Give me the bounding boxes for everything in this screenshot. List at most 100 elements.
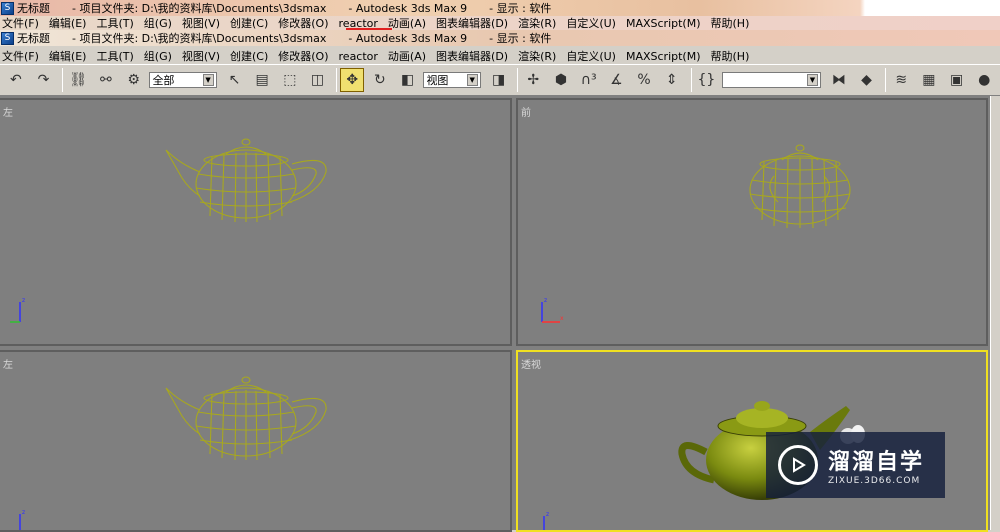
viewport-label: 左: [3, 360, 13, 371]
mirror-icon[interactable]: ⧓: [827, 68, 851, 92]
pivot-point-center-icon[interactable]: ◨: [487, 68, 511, 92]
toolbar-separator: [62, 68, 64, 92]
menu-create[interactable]: 创建(C): [228, 48, 276, 64]
menu-file[interactable]: 文件(F): [0, 16, 47, 30]
selection-filter-dropdown[interactable]: 全部 ▼: [149, 72, 217, 88]
percent-snap-icon[interactable]: %: [632, 68, 656, 92]
select-by-name-icon[interactable]: ▤: [250, 68, 274, 92]
move-icon[interactable]: ✥: [340, 68, 365, 92]
toolbar-separator: [885, 68, 887, 92]
menu-views[interactable]: 视图(V): [180, 16, 228, 30]
project-folder: - 项目文件夹: D:\我的资料库\Documents\3dsmax: [72, 32, 327, 45]
menu-graph-editors[interactable]: 图表编辑器(D): [434, 48, 516, 64]
menu-animation[interactable]: 动画(A): [386, 16, 434, 30]
menu-customize[interactable]: 自定义(U): [564, 16, 624, 30]
command-panel-edge[interactable]: [990, 96, 1000, 530]
window-crossing-icon[interactable]: ◫: [306, 68, 330, 92]
unlink-icon[interactable]: ⚯: [94, 68, 118, 92]
app-name: - Autodesk 3ds Max 9: [348, 1, 468, 15]
menu-views[interactable]: 视图(V): [180, 48, 228, 64]
svg-text:z: z: [22, 509, 25, 516]
main-toolbar: ↶ ↷ ⛓ ⚯ ⚙ 全部 ▼ ↖ ▤ ⬚ ◫ ✥ ↻ ◧ 视图 ▼ ◨ ✢ ⬢ …: [0, 64, 1000, 96]
document-name: 无标题: [17, 32, 50, 45]
select-and-manipulate-icon[interactable]: ✢: [521, 68, 545, 92]
menu-bar-secondary: 文件(F) 编辑(E) 工具(T) 组(G) 视图(V) 创建(C) 修改器(O…: [0, 48, 1000, 64]
site-watermark: 溜溜自学 ZIXUE.3D66.COM: [766, 432, 945, 498]
material-editor-icon[interactable]: ●: [972, 68, 996, 92]
menu-customize[interactable]: 自定义(U): [564, 48, 624, 64]
menu-group[interactable]: 组(G): [142, 16, 180, 30]
menu-edit[interactable]: 编辑(E): [47, 16, 95, 30]
menu-bar: 文件(F) 编辑(E) 工具(T) 组(G) 视图(V) 创建(C) 修改器(O…: [0, 16, 1000, 30]
viewport-label: 左: [3, 108, 13, 119]
viewport-left[interactable]: 左 z: [0, 98, 512, 346]
toolbar-separator: [517, 68, 519, 92]
title-bar: S 无标题 - 项目文件夹: D:\我的资料库\Documents\3dsmax…: [0, 0, 1000, 16]
axis-gizmo: z: [19, 509, 25, 530]
title-bar-secondary: S 无标题 - 项目文件夹: D:\我的资料库\Documents\3dsmax…: [0, 30, 1000, 46]
menu-file[interactable]: 文件(F): [0, 48, 47, 64]
coord-system-value: 视图: [426, 74, 449, 87]
svg-text:z: z: [544, 297, 547, 304]
rotate-icon[interactable]: ↻: [368, 68, 392, 92]
app-icon: S: [1, 1, 14, 15]
select-object-icon[interactable]: ↖: [223, 68, 247, 92]
viewport-label: 透视: [521, 360, 541, 371]
menu-modifiers[interactable]: 修改器(O): [276, 16, 336, 30]
snaps-toggle-icon[interactable]: ∩³: [577, 68, 601, 92]
menu-graph-editors[interactable]: 图表编辑器(D): [434, 16, 516, 30]
schematic-view-icon[interactable]: ▣: [945, 68, 969, 92]
edit-named-selection-icon[interactable]: {}: [695, 68, 719, 92]
menu-maxscript[interactable]: MAXScript(M): [624, 17, 709, 30]
axis-gizmo: z: [543, 511, 549, 530]
teapot-wireframe: [165, 376, 327, 461]
scale-icon[interactable]: ◧: [396, 68, 420, 92]
chevron-down-icon: ▼: [202, 74, 214, 86]
angle-snap-icon[interactable]: ∡: [605, 68, 629, 92]
menu-maxscript[interactable]: MAXScript(M): [624, 50, 709, 63]
menu-rendering[interactable]: 渲染(R): [516, 48, 564, 64]
select-and-link-icon[interactable]: ⛓: [66, 68, 90, 92]
menu-group[interactable]: 组(G): [142, 48, 180, 64]
keyboard-shortcut-override-icon[interactable]: ⬢: [549, 68, 573, 92]
named-selection-dropdown[interactable]: ▼: [722, 72, 821, 88]
svg-text:z: z: [546, 511, 549, 518]
menu-help[interactable]: 帮助(H): [709, 48, 758, 64]
toolbar-separator: [690, 68, 692, 92]
align-icon[interactable]: ◆: [855, 68, 879, 92]
display-mode: - 显示 : 软件: [489, 32, 552, 45]
menu-rendering[interactable]: 渲染(R): [516, 16, 564, 30]
toolbar-separator: [336, 68, 338, 92]
viewport-front[interactable]: 前 z x: [516, 98, 988, 346]
menu-modifiers[interactable]: 修改器(O): [276, 48, 336, 64]
teapot-wireframe: [165, 138, 327, 223]
watermark-subtitle: ZIXUE.3D66.COM: [828, 476, 921, 486]
axis-gizmo: z: [10, 297, 25, 323]
rectangular-selection-icon[interactable]: ⬚: [278, 68, 302, 92]
menu-create[interactable]: 创建(C): [228, 16, 276, 30]
layer-manager-icon[interactable]: ≋: [889, 68, 913, 92]
menu-edit[interactable]: 编辑(E): [47, 48, 95, 64]
spinner-snap-icon[interactable]: ⇕: [660, 68, 684, 92]
menu-tools[interactable]: 工具(T): [94, 16, 141, 30]
undo-icon[interactable]: ↶: [4, 68, 28, 92]
menu-animation[interactable]: 动画(A): [386, 48, 434, 64]
watermark-title: 溜溜自学: [828, 450, 925, 475]
menu-help[interactable]: 帮助(H): [709, 16, 758, 30]
axis-gizmo: z x: [541, 297, 564, 323]
svg-text:z: z: [22, 297, 25, 304]
curve-editor-icon[interactable]: ▦: [917, 68, 941, 92]
chevron-down-icon: ▼: [807, 74, 818, 86]
reference-coordinate-dropdown[interactable]: 视图 ▼: [423, 72, 481, 88]
app-icon: S: [1, 31, 14, 45]
menu-tools[interactable]: 工具(T): [94, 48, 141, 64]
viewport-left-bottom[interactable]: 左 z: [0, 350, 512, 532]
bind-to-space-warp-icon[interactable]: ⚙: [122, 68, 146, 92]
project-folder: - 项目文件夹: D:\我的资料库\Documents\3dsmax: [72, 2, 327, 15]
display-mode: - 显示 : 软件: [489, 2, 552, 15]
selection-filter-value: 全部: [152, 74, 175, 87]
menu-reactor[interactable]: reactor: [337, 50, 386, 63]
document-name: 无标题: [17, 2, 50, 15]
redo-icon[interactable]: ↷: [32, 68, 56, 92]
chevron-down-icon: ▼: [466, 74, 478, 86]
